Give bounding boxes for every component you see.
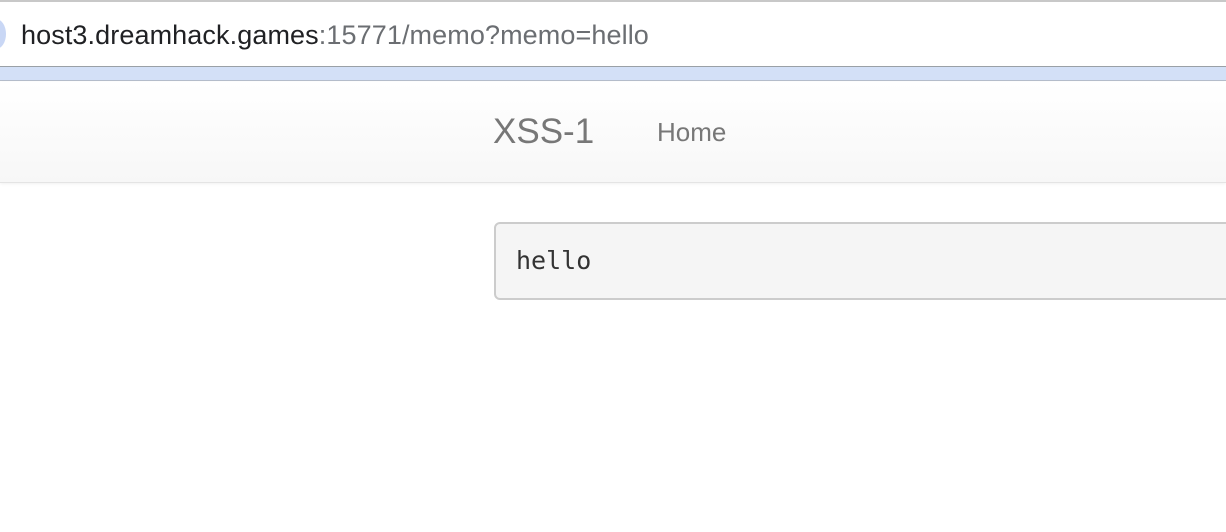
url-field[interactable]: host3.dreamhack.games:15771/memo?memo=he… [21, 19, 649, 51]
url-path: :15771/memo?memo=hello [318, 20, 649, 50]
navbar-brand[interactable]: XSS-1 [493, 112, 594, 152]
site-info-icon[interactable] [0, 19, 6, 49]
nav-link-home[interactable]: Home [657, 116, 726, 148]
memo-output: hello [494, 222, 1226, 300]
browser-address-bar[interactable]: host3.dreamhack.games:15771/memo?memo=he… [0, 0, 1226, 67]
navbar: XSS-1 Home [0, 82, 1226, 183]
url-host: host3.dreamhack.games [21, 20, 319, 50]
memo-text: hello [516, 246, 592, 275]
browser-bookmark-strip [0, 67, 1226, 81]
